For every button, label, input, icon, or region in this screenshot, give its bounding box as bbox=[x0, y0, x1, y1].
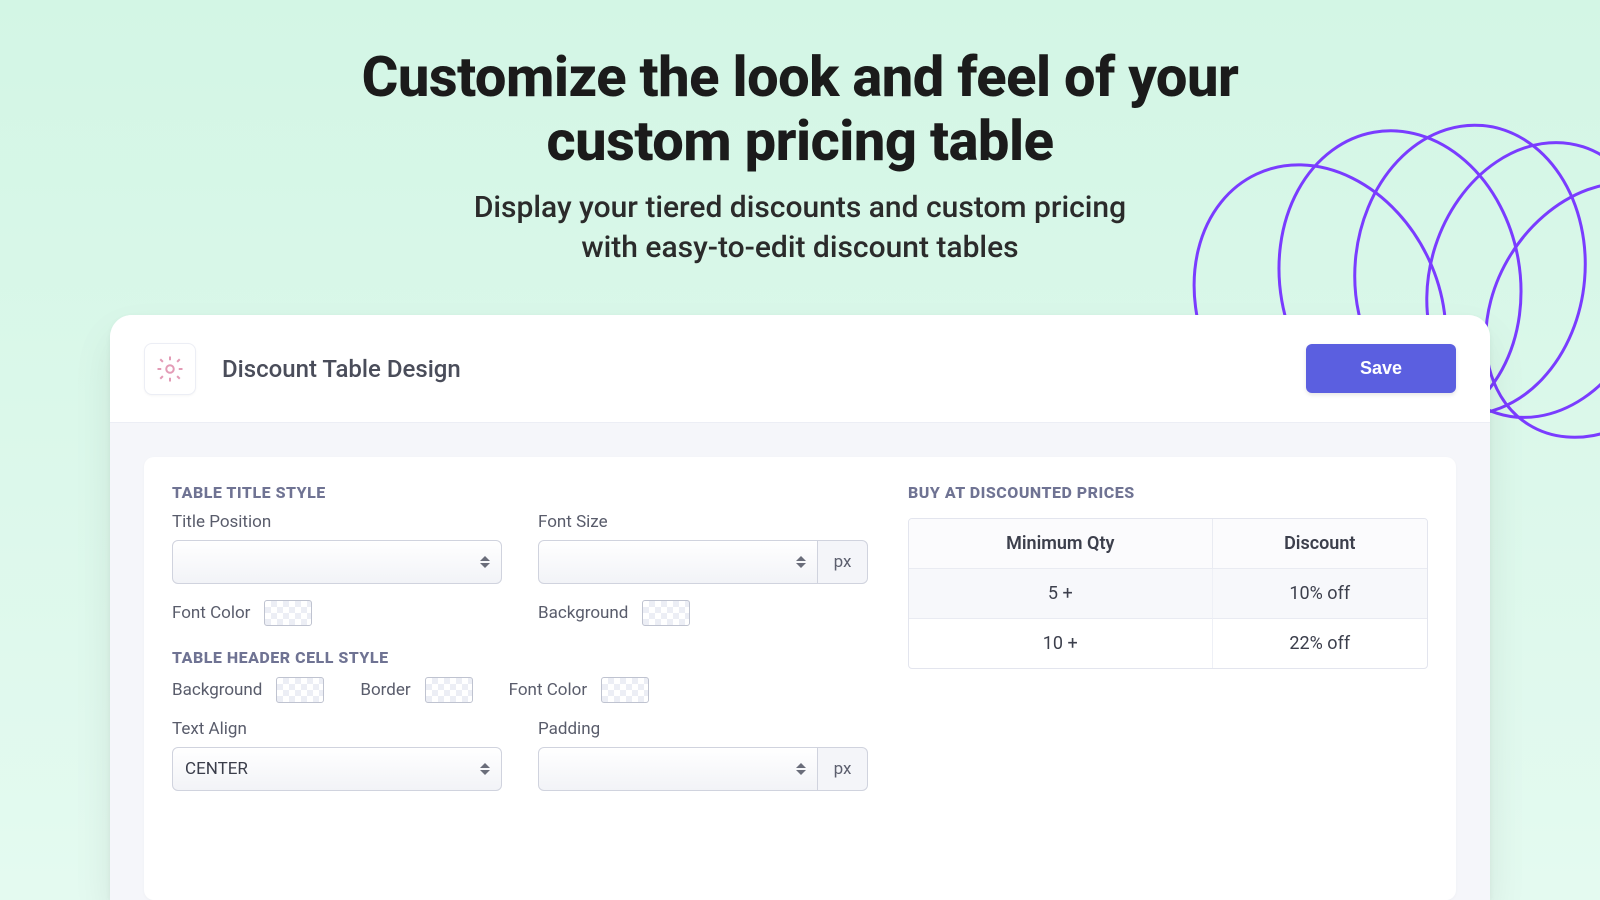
app-window: Discount Table Design Save TABLE TITLE S… bbox=[110, 315, 1490, 900]
hero-subtitle-line2: with easy-to-edit discount tables bbox=[581, 230, 1018, 265]
label-text-align: Text Align bbox=[172, 719, 502, 739]
color-swatch-hc-font-color[interactable] bbox=[601, 677, 649, 703]
label-hc-font-color: Font Color bbox=[509, 680, 587, 700]
label-background: Background bbox=[538, 603, 628, 623]
hero-subtitle: Display your tiered discounts and custom… bbox=[0, 188, 1600, 269]
gear-icon bbox=[144, 343, 196, 395]
input-font-size[interactable] bbox=[538, 540, 818, 584]
color-swatch-hc-border[interactable] bbox=[425, 677, 473, 703]
cell-qty: 10 + bbox=[909, 619, 1213, 668]
hero-title: Customize the look and feel of your cust… bbox=[0, 45, 1600, 174]
cell-disc: 10% off bbox=[1213, 569, 1427, 619]
save-button[interactable]: Save bbox=[1306, 344, 1456, 393]
preview-col-disc: Discount bbox=[1213, 519, 1427, 569]
unit-px: px bbox=[818, 540, 868, 584]
select-title-position[interactable] bbox=[172, 540, 502, 584]
preview-table: Minimum Qty Discount 5 + 10% off 10 + bbox=[908, 518, 1428, 669]
stepper-icon bbox=[795, 554, 807, 570]
color-swatch-font-color[interactable] bbox=[264, 600, 312, 626]
chevron-updown-icon bbox=[479, 761, 491, 777]
select-text-align[interactable]: CENTER bbox=[172, 747, 502, 791]
preview-title: BUY AT DISCOUNTED PRICES bbox=[908, 483, 1428, 502]
label-padding: Padding bbox=[538, 719, 868, 739]
color-swatch-background[interactable] bbox=[642, 600, 690, 626]
label-font-color: Font Color bbox=[172, 603, 250, 623]
titlebar: Discount Table Design Save bbox=[110, 315, 1490, 423]
cell-qty: 5 + bbox=[909, 569, 1213, 619]
label-hc-border: Border bbox=[360, 680, 410, 700]
hero-copy: Customize the look and feel of your cust… bbox=[0, 45, 1600, 269]
color-swatch-hc-background[interactable] bbox=[276, 677, 324, 703]
page-title: Discount Table Design bbox=[222, 355, 461, 383]
input-padding[interactable] bbox=[538, 747, 818, 791]
label-hc-background: Background bbox=[172, 680, 262, 700]
settings-card: TABLE TITLE STYLE Title Position Font Si… bbox=[144, 457, 1456, 900]
cell-disc: 22% off bbox=[1213, 619, 1427, 668]
table-row: 5 + 10% off bbox=[909, 569, 1427, 619]
chevron-updown-icon bbox=[479, 554, 491, 570]
table-row: 10 + 22% off bbox=[909, 619, 1427, 668]
hero-subtitle-line1: Display your tiered discounts and custom… bbox=[474, 190, 1126, 225]
label-font-size: Font Size bbox=[538, 512, 868, 532]
section-header-cell-style: TABLE HEADER CELL STYLE bbox=[172, 648, 868, 667]
label-title-position: Title Position bbox=[172, 512, 502, 532]
unit-px: px bbox=[818, 747, 868, 791]
preview-col-qty: Minimum Qty bbox=[909, 519, 1213, 569]
section-table-title-style: TABLE TITLE STYLE bbox=[172, 483, 868, 502]
hero-title-line2: custom pricing table bbox=[547, 108, 1054, 174]
select-text-align-value: CENTER bbox=[185, 759, 248, 779]
stepper-icon bbox=[795, 761, 807, 777]
hero-title-line1: Customize the look and feel of your bbox=[362, 44, 1239, 110]
